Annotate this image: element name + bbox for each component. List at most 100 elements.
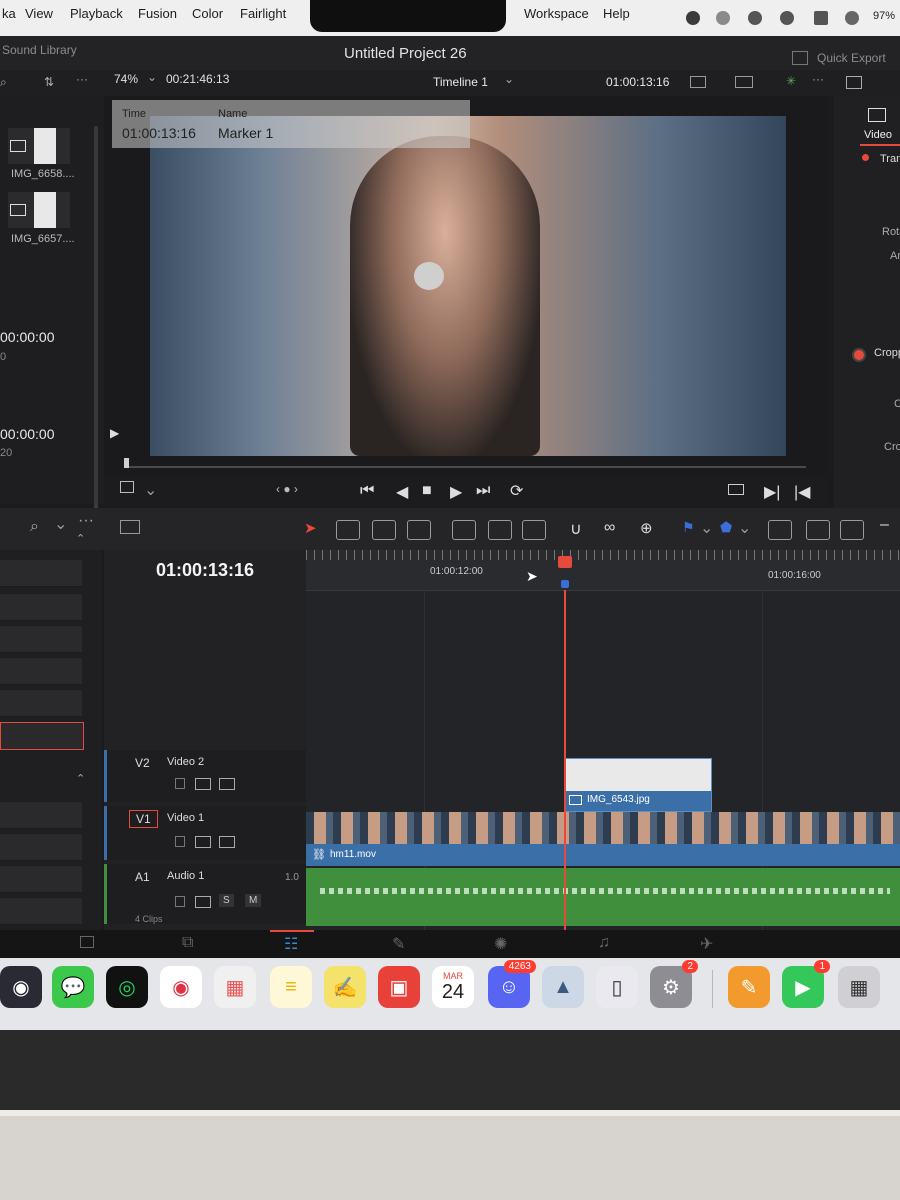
inspector-tab-video[interactable]: Video [864, 129, 892, 141]
zoom-custom-icon[interactable] [840, 520, 864, 540]
zoom-full-icon[interactable] [768, 520, 792, 540]
media-clip-thumbnail[interactable] [8, 192, 70, 228]
linked-selection-icon[interactable]: ∞ [604, 519, 615, 537]
color-picker-icon[interactable]: ✳ [786, 74, 796, 88]
preview-icon[interactable]: ▲ [542, 966, 584, 1008]
mute-button[interactable]: M [245, 894, 262, 907]
calendar-icon[interactable]: MAR 24 [432, 966, 474, 1008]
chrome-icon[interactable]: ◉ [160, 966, 202, 1008]
system-settings-icon[interactable]: ⚙ 2 [650, 960, 698, 1008]
clip-img-6543[interactable]: IMG_6543.jpg [564, 758, 712, 812]
calculator-icon[interactable]: ▦ [838, 966, 880, 1008]
audio-clip[interactable] [306, 868, 900, 926]
go-to-end-icon[interactable]: ⏭ [476, 482, 490, 500]
lock-icon[interactable] [175, 896, 185, 907]
collapse-up-icon[interactable]: ⌃ [76, 772, 85, 785]
snapping-icon[interactable]: ∪ [570, 519, 582, 539]
menu-item-color[interactable]: Color [192, 6, 223, 21]
search-icon[interactable]: ⌕ [30, 518, 39, 536]
timeline-marker[interactable] [561, 580, 569, 588]
scrubber-handle[interactable] [124, 458, 129, 468]
track-enable-icon[interactable] [219, 778, 235, 790]
sound-library-tab[interactable]: Sound Library [2, 43, 77, 57]
previous-edit-icon[interactable]: |◀ [794, 482, 810, 502]
track-name[interactable]: Video 2 [167, 756, 204, 768]
cropping-section[interactable]: Cropp [874, 347, 900, 359]
hq-icon[interactable] [735, 76, 753, 88]
menu-item-fairlight[interactable]: Fairlight [240, 6, 286, 21]
list-item[interactable] [0, 898, 82, 925]
section-enabled-dot[interactable] [852, 348, 866, 362]
zoom-out-icon[interactable]: – [880, 516, 889, 534]
viewer-playhead-icon[interactable]: ▶ [110, 426, 119, 440]
play-status-icon[interactable] [748, 11, 762, 25]
deliver-page-icon[interactable]: ✈ [700, 934, 713, 954]
grammarly-icon[interactable] [686, 11, 700, 25]
media-clip-thumbnail[interactable] [8, 128, 70, 164]
search-icon[interactable]: ⌕ [0, 75, 7, 90]
discord-icon[interactable]: ☺ 4263 [488, 960, 536, 1008]
track-name[interactable]: Video 1 [167, 812, 204, 824]
inspector-toggle-icon[interactable] [846, 76, 862, 89]
video-tab-icon[interactable] [868, 108, 886, 122]
photo-booth-icon[interactable]: ▣ [378, 966, 420, 1008]
reverse-play-icon[interactable]: ◀ [396, 482, 408, 502]
color-page-icon[interactable]: ✺ [494, 934, 507, 954]
clip-hm11-mov[interactable]: ⛓ hm11.mov [306, 812, 900, 866]
track-name[interactable]: Audio 1 [167, 870, 204, 882]
list-item[interactable] [0, 802, 82, 829]
position-lock-icon[interactable]: ⊕ [640, 519, 653, 537]
solo-button[interactable]: S [219, 894, 234, 907]
go-to-start-icon[interactable]: ⏮ [360, 482, 374, 500]
section-enabled-dot[interactable] [862, 154, 869, 161]
next-edit-icon[interactable]: ▶| [764, 482, 780, 502]
loop-icon[interactable]: ⟳ [510, 481, 523, 501]
list-item[interactable] [0, 658, 82, 685]
menu-item-help[interactable]: Help [603, 6, 630, 21]
menu-item-app[interactable]: ka [2, 6, 16, 21]
cut-page-icon[interactable]: ⧉ [182, 934, 193, 952]
menu-item-view[interactable]: View [25, 6, 53, 21]
marker-nav-icon[interactable]: ‹ ● › [276, 482, 298, 496]
play-icon[interactable]: ▶ [450, 482, 462, 502]
blade-tool-icon[interactable] [407, 520, 431, 540]
menu-item-playback[interactable]: Playback [70, 6, 123, 21]
list-item[interactable] [0, 866, 82, 893]
sort-icon[interactable]: ⇅ [44, 75, 54, 89]
overwrite-clip-icon[interactable] [488, 520, 512, 540]
stickies-icon[interactable]: ✍ [324, 966, 366, 1008]
menu-item-workspace[interactable]: Workspace [524, 6, 589, 21]
viewer-size-icon[interactable] [690, 76, 706, 88]
lock-icon[interactable] [175, 778, 185, 789]
edit-page-icon[interactable]: ☷ [284, 934, 298, 954]
track-enable-icon[interactable] [219, 836, 235, 848]
insert-clip-icon[interactable] [452, 520, 476, 540]
headphones-icon[interactable] [780, 11, 794, 25]
fusion-page-icon[interactable]: ✎ [392, 934, 405, 954]
auto-select-icon[interactable] [195, 778, 211, 790]
crop-tool-icon[interactable] [120, 481, 134, 493]
playhead-handle[interactable] [558, 556, 572, 568]
display-icon[interactable] [814, 11, 828, 25]
zoom-level[interactable]: 74% [114, 72, 138, 86]
track-id[interactable]: V1 [129, 810, 158, 828]
stop-icon[interactable]: ■ [422, 482, 432, 500]
list-item[interactable] [0, 560, 82, 587]
list-item[interactable] [0, 626, 82, 653]
globe-icon[interactable] [716, 11, 730, 25]
selection-tool-icon[interactable]: ➤ [304, 519, 317, 537]
more-options-icon[interactable]: ··· [812, 72, 824, 86]
media-page-icon[interactable] [80, 936, 94, 948]
messages-icon[interactable]: 💬 [52, 966, 94, 1008]
spotify-icon[interactable]: ◎ [106, 966, 148, 1008]
notes-icon[interactable]: ≡ [270, 966, 312, 1008]
collapse-up-icon[interactable]: ⌃ [76, 532, 85, 545]
marker-icon[interactable]: ⬟ [720, 519, 732, 536]
timeline-view-options-icon[interactable] [120, 520, 140, 534]
facetime-icon[interactable]: ▶ 1 [782, 960, 830, 1008]
lock-icon[interactable] [175, 836, 185, 847]
timeline-ruler[interactable]: 01:00:12:00 01:00:16:00 [306, 550, 900, 591]
timeline-selector[interactable]: Timeline 1 [433, 75, 488, 89]
list-item[interactable] [0, 594, 82, 621]
more-options-icon[interactable]: ··· [76, 72, 88, 86]
